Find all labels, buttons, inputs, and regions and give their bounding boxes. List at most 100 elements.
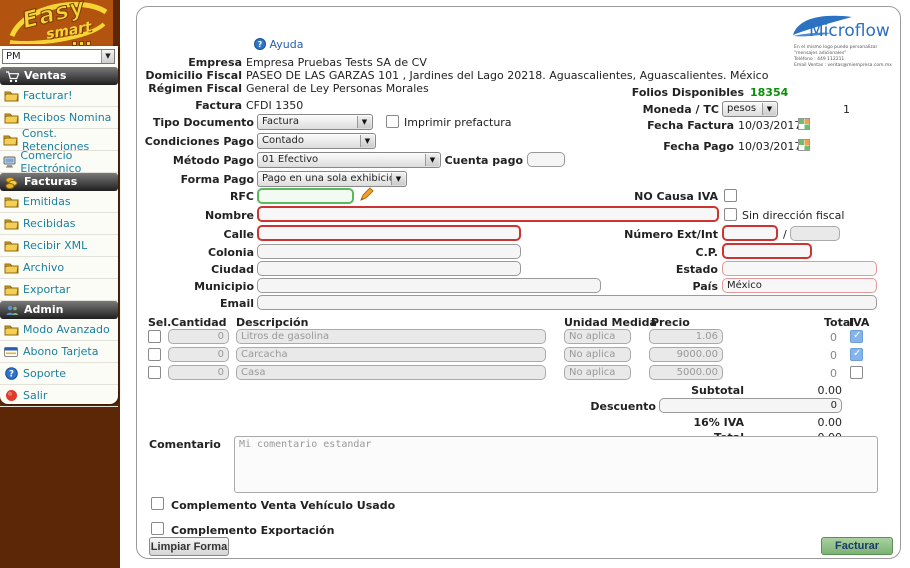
- nombre-input[interactable]: [257, 206, 719, 222]
- cuenta-pago-input[interactable]: [527, 152, 565, 167]
- profile-select[interactable]: PM ▼: [2, 49, 115, 64]
- svg-text:?: ?: [9, 370, 14, 380]
- moneda-select[interactable]: pesos▼: [722, 101, 778, 117]
- cuenta-pago-label: Cuenta pago: [423, 154, 523, 167]
- precio-input[interactable]: [649, 329, 723, 344]
- unidad-input[interactable]: [564, 347, 631, 362]
- moneda-value: pesos: [727, 103, 756, 114]
- fecha-pago-label: Fecha Pago: [614, 140, 734, 153]
- rfc-input[interactable]: [257, 188, 354, 204]
- iva-checkbox[interactable]: [850, 330, 863, 343]
- sidebar-item-label: Modo Avanzado: [23, 323, 110, 336]
- sidebar-item-modo-avanzado[interactable]: Modo Avanzado: [0, 319, 118, 341]
- estado-input[interactable]: [722, 261, 877, 276]
- section-header-label: Ventas: [24, 67, 66, 85]
- pais-input[interactable]: [722, 278, 877, 293]
- metodo-pago-select[interactable]: 01 Efectivo▼: [257, 152, 441, 168]
- numero-int-input[interactable]: [790, 226, 840, 241]
- precio-input[interactable]: [649, 347, 723, 362]
- iva-checkbox[interactable]: [850, 348, 863, 361]
- ayuda-link[interactable]: ? Ayuda: [254, 38, 303, 51]
- logo-dots: [72, 36, 93, 46]
- descuento-input[interactable]: [659, 398, 842, 413]
- numero-label: Número Ext/Int: [594, 228, 718, 241]
- sidebar-item-salir[interactable]: Salir: [0, 385, 118, 407]
- row-total: 0: [787, 367, 837, 380]
- domicilio-value: PASEO DE LAS GARZAS 101 , Jardines del L…: [246, 69, 768, 82]
- microflow-brand-name: Microflow: [809, 21, 890, 41]
- section-header-label: Admin: [24, 301, 63, 319]
- calendar-icon[interactable]: [798, 118, 810, 133]
- comentario-label: Comentario: [149, 438, 229, 451]
- row-select-checkbox[interactable]: [148, 348, 161, 361]
- complemento-exportacion-label: Complemento Exportación: [171, 524, 471, 537]
- tc-value: 1: [843, 103, 850, 116]
- unidad-input[interactable]: [564, 329, 631, 344]
- estado-label: Estado: [594, 263, 718, 276]
- sidebar-item-facturar[interactable]: Facturar!: [0, 85, 118, 107]
- regimen-label: Régimen Fiscal: [142, 82, 242, 95]
- unidad-input[interactable]: [564, 365, 631, 380]
- complemento-vehiculo-checkbox[interactable]: [151, 497, 164, 510]
- numero-ext-input[interactable]: [722, 225, 778, 241]
- sidebar-menu: PM ▼ Ventas Facturar! Recibos Nomina Con…: [0, 46, 118, 404]
- complemento-exportacion-checkbox[interactable]: [151, 522, 164, 535]
- folios-value: 18354: [750, 86, 788, 99]
- empresa-value: Empresa Pruebas Tests SA de CV: [246, 56, 427, 69]
- forma-value: Pago en una sola exhibición: [262, 173, 401, 184]
- tipo-documento-label: Tipo Documento: [137, 116, 254, 129]
- imprimir-prefactura-checkbox[interactable]: [386, 115, 399, 128]
- tipo-documento-select[interactable]: Factura▼: [257, 114, 373, 130]
- metodo-pago-label: Método Pago: [137, 154, 254, 167]
- edit-pencil-icon[interactable]: [359, 187, 374, 205]
- sidebar-item-recibidas[interactable]: Recibidas: [0, 213, 118, 235]
- no-causa-iva-checkbox[interactable]: [724, 189, 737, 202]
- municipio-input[interactable]: [257, 278, 601, 293]
- calle-label: Calle: [137, 228, 254, 241]
- sidebar-item-recibir-xml[interactable]: Recibir XML: [0, 235, 118, 257]
- colonia-input[interactable]: [257, 244, 521, 259]
- email-input[interactable]: [257, 295, 877, 310]
- sidebar-item-label: Abono Tarjeta: [23, 345, 98, 358]
- imprimir-prefactura-label: Imprimir prefactura: [404, 116, 512, 129]
- calle-input[interactable]: [257, 225, 521, 241]
- sidebar-item-label: Comercio Electrónico: [20, 149, 118, 175]
- sidebar-item-comercio-electronico[interactable]: Comercio Electrónico: [0, 151, 118, 173]
- cantidad-input[interactable]: [168, 347, 229, 362]
- easysmart-logo: Easy smart: [0, 0, 113, 46]
- precio-input[interactable]: [649, 365, 723, 380]
- col-cantidad: Cantidad: [171, 316, 227, 329]
- cantidad-input[interactable]: [168, 329, 229, 344]
- fecha-factura-label: Fecha Factura: [614, 119, 734, 132]
- computer-icon: [3, 156, 16, 168]
- folder-icon: [3, 284, 19, 296]
- descripcion-input[interactable]: [236, 365, 546, 380]
- municipio-label: Municipio: [137, 280, 254, 293]
- regimen-value: General de Ley Personas Morales: [246, 82, 429, 95]
- forma-pago-select[interactable]: Pago en una sola exhibición▼: [257, 171, 407, 187]
- credit-card-icon: [3, 347, 19, 357]
- sidebar-item-exportar[interactable]: Exportar: [0, 279, 118, 301]
- metodo-value: 01 Efectivo: [262, 154, 318, 165]
- cantidad-input[interactable]: [168, 365, 229, 380]
- microflow-logo: Microflow En el mismo logo puedo persona…: [792, 9, 897, 69]
- descripcion-input[interactable]: [236, 347, 546, 362]
- cp-input[interactable]: [722, 243, 812, 259]
- comentario-textarea[interactable]: Mi comentario estandar: [234, 436, 878, 493]
- ciudad-input[interactable]: [257, 261, 521, 276]
- chevron-down-icon: ▼: [357, 116, 371, 128]
- sidebar-item-soporte[interactable]: ? Soporte: [0, 363, 118, 385]
- limpiar-forma-button[interactable]: Limpiar Forma: [149, 537, 229, 556]
- facturar-button[interactable]: Facturar: [821, 537, 893, 555]
- descripcion-input[interactable]: [236, 329, 546, 344]
- iva-checkbox[interactable]: [850, 366, 863, 379]
- row-select-checkbox[interactable]: [148, 366, 161, 379]
- fecha-pago-value: 10/03/2017: [738, 140, 801, 153]
- calendar-icon[interactable]: [798, 139, 810, 154]
- sidebar-item-emitidas[interactable]: Emitidas: [0, 191, 118, 213]
- sidebar-item-archivo[interactable]: Archivo: [0, 257, 118, 279]
- sidebar-item-abono-tarjeta[interactable]: Abono Tarjeta: [0, 341, 118, 363]
- row-select-checkbox[interactable]: [148, 330, 161, 343]
- condiciones-pago-select[interactable]: Contado▼: [257, 133, 376, 149]
- sin-direccion-checkbox[interactable]: [724, 208, 737, 221]
